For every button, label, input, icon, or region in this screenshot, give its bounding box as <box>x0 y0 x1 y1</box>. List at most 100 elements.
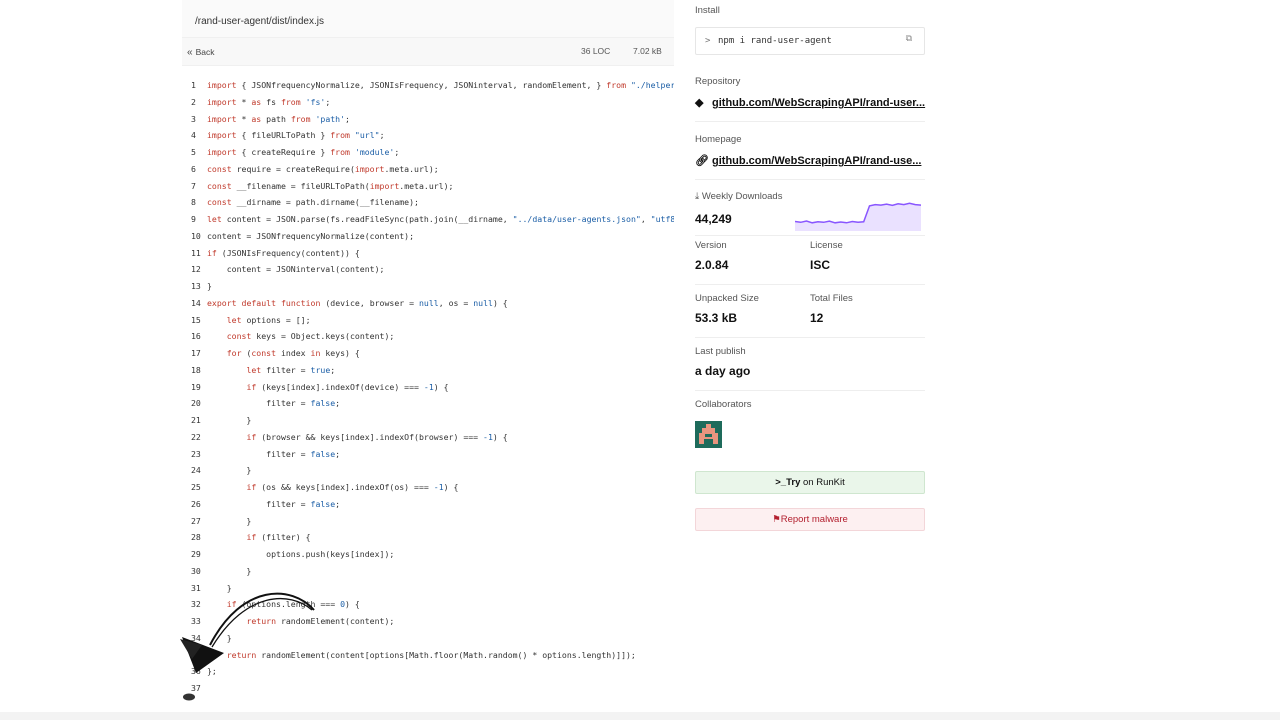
code-token: 'fs' <box>305 96 326 107</box>
report-malware-button[interactable]: ⚑Report malware <box>695 508 925 531</box>
code-token: 'path' <box>315 113 346 124</box>
line-number: 16 <box>191 331 201 342</box>
code-token: { JSONfrequencyNormalize, JSONIsFrequenc… <box>236 80 607 90</box>
code-line: 15 let options = []; <box>182 313 674 327</box>
license-label: License <box>810 240 843 251</box>
line-number: 15 <box>191 314 201 325</box>
code-token: let <box>226 314 242 325</box>
file-size: 7.02 kB <box>633 46 662 56</box>
git-icon: ◆ <box>695 97 704 109</box>
code-token: const <box>207 197 232 208</box>
code-token: ; <box>335 448 341 459</box>
code-token: let <box>207 214 222 224</box>
divider <box>695 337 925 338</box>
code-text: if (filter) { <box>207 530 311 544</box>
line-number: 10 <box>191 230 201 241</box>
code-token: 'module' <box>354 147 395 157</box>
repository-link[interactable]: ◆ github.com/WebScrapingAPI/rand-user... <box>695 96 925 109</box>
line-number: 1 <box>191 80 196 90</box>
code-text: } <box>207 279 212 293</box>
code-token: -1 <box>423 381 434 392</box>
code-line: 17 for (const index in keys) { <box>182 346 674 360</box>
homepage-link[interactable]: 🔗︎ github.com/WebScrapingAPI/rand-use... <box>695 154 921 167</box>
code-token: __dirname = path.dirname(__filename); <box>231 197 419 208</box>
code-text: import * as path from 'path'; <box>207 112 350 126</box>
code-token: keys = Object.keys(content); <box>251 331 395 342</box>
code-token: -1 <box>433 482 444 492</box>
code-token: false <box>310 448 336 459</box>
code-token: export <box>207 297 237 308</box>
line-number: 27 <box>191 515 201 526</box>
line-number: 30 <box>191 565 201 576</box>
divider <box>695 121 925 122</box>
code-token: ) { <box>492 297 508 308</box>
code-token: content = JSONfrequencyNormalize(content… <box>207 230 415 241</box>
bottom-scroll-strip <box>0 712 1280 720</box>
code-text: import { fileURLToPath } from "url"; <box>207 128 385 142</box>
total-files-value: 12 <box>810 311 824 325</box>
line-number: 2 <box>191 96 196 107</box>
line-number: 26 <box>191 498 201 509</box>
code-line: 13} <box>182 279 674 293</box>
code-line: 28 if (filter) { <box>182 530 674 544</box>
line-number: 20 <box>191 398 201 409</box>
sparkline-area <box>795 203 921 231</box>
line-number: 24 <box>191 465 201 476</box>
code-token: * <box>236 96 252 107</box>
code-token: (browser && keys[index].indexOf(browser)… <box>256 431 484 442</box>
code-line: 11 if (JSONIsFrequency(content)) { <box>182 246 674 260</box>
code-token: let <box>246 364 262 375</box>
line-number: 5 <box>191 147 196 157</box>
weekly-downloads-value: 44,249 <box>695 212 732 226</box>
line-number: 29 <box>191 549 201 559</box>
copy-icon[interactable]: ⧉ <box>906 34 912 44</box>
code-token: from <box>290 113 311 124</box>
collaborator-avatar[interactable] <box>695 421 722 448</box>
code-token: import <box>207 96 237 107</box>
code-line: 20 filter = false; <box>182 396 674 410</box>
code-text: import { createRequire } from 'module'; <box>207 145 399 159</box>
code-token: filter = <box>207 498 311 509</box>
last-publish-label: Last publish <box>695 346 746 357</box>
version-value: 2.0.84 <box>695 258 729 272</box>
code-token: import <box>369 180 400 191</box>
code-token: } <box>207 515 252 526</box>
code-text: } <box>207 463 251 477</box>
code-token: , os = <box>438 297 474 308</box>
code-token: if <box>246 532 257 543</box>
runkit-prefix: >_ <box>775 477 787 488</box>
line-number: 6 <box>191 163 196 174</box>
last-publish-value: a day ago <box>695 364 751 378</box>
code-token: const <box>207 180 232 191</box>
code-token: ) { <box>433 381 449 392</box>
unpacked-size-label: Unpacked Size <box>695 293 759 304</box>
weekly-downloads-label-text: Weekly Downloads <box>701 191 783 202</box>
code-text: export default function (device, browser… <box>207 296 508 310</box>
install-command-box[interactable]: > npm i rand-user-agent ⧉ <box>695 27 925 55</box>
code-text: for (const index in keys) { <box>207 346 360 360</box>
code-token: if <box>246 381 257 392</box>
code-line: 3 import * as path from 'path'; <box>182 112 674 126</box>
flag-icon: ⚑ <box>772 514 781 525</box>
code-token: false <box>310 498 336 509</box>
code-text: if (os && keys[index].indexOf(os) === -1… <box>207 480 458 494</box>
code-text: if (keys[index].indexOf(device) === -1) … <box>207 380 449 394</box>
code-line: 12 content = JSONinterval(content); <box>182 262 674 276</box>
code-token: __filename = fileURLToPath( <box>231 180 370 191</box>
try-on-runkit-button[interactable]: >_Try on RunKit <box>695 471 925 494</box>
code-line: 24 } <box>182 463 674 477</box>
code-line: 25 if (os && keys[index].indexOf(os) ===… <box>182 480 674 494</box>
code-line: 14 export default function (device, brows… <box>182 296 674 310</box>
back-button[interactable]: «Back <box>187 47 214 58</box>
code-token: from <box>280 96 301 107</box>
code-text: let content = JSON.parse(fs.readFileSync… <box>207 212 674 226</box>
code-token: (filter) { <box>256 532 311 543</box>
line-number: 22 <box>191 431 201 442</box>
code-line: 7 const __filename = fileURLToPath(import… <box>182 179 674 193</box>
code-token: ) { <box>345 599 360 610</box>
repository-label: Repository <box>695 76 741 87</box>
line-number: 18 <box>191 364 201 375</box>
code-token: as <box>251 96 262 107</box>
